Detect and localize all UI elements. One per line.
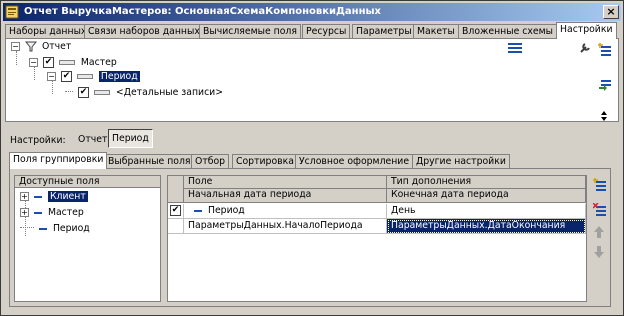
field-item-master[interactable]: + Мастер <box>20 207 84 220</box>
close-button[interactable]: × <box>603 5 619 19</box>
list-icon[interactable] <box>508 42 522 54</box>
report-app-icon <box>5 5 19 19</box>
field-item-label: Мастер <box>47 207 84 218</box>
tree-node-report[interactable]: − Отчет <box>11 41 71 54</box>
collapse-toggle-icon[interactable]: − <box>29 58 38 67</box>
field-icon <box>33 195 42 198</box>
cell-text: Период <box>207 205 245 216</box>
table-row-type-cell[interactable]: День <box>387 204 586 219</box>
move-down-icon[interactable] <box>593 245 605 259</box>
top-tab-strip: Наборы данных Связи наборов данных Вычис… <box>5 22 619 39</box>
tree-node-label: Период <box>98 71 140 82</box>
structure-tree: − Отчет − ✔ Мастер − ✔ Период ✔ <Детальн… <box>5 38 619 122</box>
grouping-fields-panel: Доступные поля + Клиент + Мастер Период … <box>9 168 611 307</box>
tab-grouping-fields[interactable]: Поля группировки <box>9 152 108 169</box>
add-field-icon[interactable] <box>593 178 607 192</box>
field-item-label: Период <box>52 223 90 234</box>
grouping-icon <box>58 60 75 65</box>
move-group-icon[interactable] <box>598 77 612 91</box>
grouping-icon <box>93 90 110 95</box>
add-group-icon[interactable] <box>598 43 612 57</box>
tab-nested-schemas[interactable]: Вложенные схемы <box>458 24 557 38</box>
tab-selected-fields[interactable]: Выбранные поля <box>104 154 195 168</box>
move-up-icon[interactable] <box>593 225 605 239</box>
grouping-fields-grid: Поле Тип дополнения Начальная дата перио… <box>167 175 587 302</box>
lower-tab-strip: Поля группировки Выбранные поля Отбор Со… <box>9 152 609 169</box>
tree-node-master[interactable]: − ✔ Мастер <box>29 57 117 70</box>
checkbox[interactable]: ✔ <box>42 57 54 68</box>
delete-field-icon[interactable] <box>593 203 607 217</box>
table-row-start-date-cell[interactable]: ПараметрыДанных.НачалоПериода <box>184 219 387 234</box>
tab-filter[interactable]: Отбор <box>191 154 230 168</box>
grouping-icon <box>76 74 93 79</box>
field-item-client[interactable]: + Клиент <box>20 191 88 204</box>
checkbox[interactable]: ✔ <box>60 71 72 82</box>
tab-templates[interactable]: Макеты <box>413 24 459 38</box>
title-bar: Отчет ВыручкаМастеров: ОсновнаяСхемаКомп… <box>3 3 621 21</box>
tab-data-sets[interactable]: Наборы данных <box>5 24 91 38</box>
table-row-checkbox-cell[interactable]: ✔ <box>168 204 184 219</box>
settings-report-button[interactable]: Отчет <box>75 133 110 146</box>
report-node-icon <box>24 41 38 52</box>
available-fields-tree: Доступные поля + Клиент + Мастер Период <box>14 175 161 302</box>
tab-resources[interactable]: Ресурсы <box>302 24 351 38</box>
grid-header-field[interactable]: Поле <box>184 176 387 189</box>
tab-conditional-formatting[interactable]: Условное оформление <box>295 154 414 168</box>
table-row-checkbox-cell <box>168 219 184 234</box>
table-row-end-date-cell[interactable]: ПараметрыДанных.ДатаОкончания <box>387 219 586 234</box>
available-fields-header: Доступные поля <box>15 176 160 188</box>
checkbox[interactable]: ✔ <box>77 87 89 98</box>
tree-connector <box>20 227 34 228</box>
settings-period-button[interactable]: Период <box>108 129 153 148</box>
table-row-field-cell[interactable]: Период <box>184 204 387 219</box>
grid-header-type[interactable]: Тип дополнения <box>387 176 586 189</box>
tree-node-label: <Детальные записи> <box>115 87 224 98</box>
grid-corner-header <box>168 176 184 203</box>
tab-other-settings[interactable]: Другие настройки <box>412 154 510 168</box>
tree-connector <box>65 91 73 92</box>
tree-node-label: Отчет <box>41 41 72 52</box>
field-item-label: Клиент <box>47 191 88 202</box>
tab-calculated-fields[interactable]: Вычисляемые поля <box>199 24 301 38</box>
settings-label: Настройки: <box>10 135 66 146</box>
collapse-toggle-icon[interactable]: − <box>11 42 20 51</box>
tab-parameters[interactable]: Параметры <box>352 24 416 38</box>
field-icon <box>194 209 202 212</box>
field-item-period[interactable]: Период <box>20 223 90 236</box>
expand-toggle-icon[interactable]: + <box>20 192 29 201</box>
up-down-arrows-icon[interactable] <box>598 109 612 123</box>
tab-settings[interactable]: Настройки <box>556 22 617 39</box>
field-icon <box>33 211 42 214</box>
window-title: Отчет ВыручкаМастеров: ОсновнаяСхемаКомп… <box>24 6 381 17</box>
tree-node-label: Мастер <box>80 57 117 68</box>
grid-header-end-date[interactable]: Конечная дата периода <box>387 189 586 203</box>
field-icon <box>38 227 47 230</box>
window: Отчет ВыручкаМастеров: ОсновнаяСхемаКомп… <box>0 0 624 316</box>
tree-node-period[interactable]: − ✔ Период <box>47 71 140 84</box>
grid-header-start-date[interactable]: Начальная дата периода <box>184 189 387 203</box>
wrench-icon[interactable] <box>579 42 591 54</box>
tab-sorting[interactable]: Сортировка <box>232 154 298 168</box>
checkbox[interactable]: ✔ <box>170 205 181 216</box>
collapse-toggle-icon[interactable]: − <box>47 72 56 81</box>
tab-data-set-links[interactable]: Связи наборов данных <box>84 24 204 38</box>
expand-toggle-icon[interactable]: + <box>20 208 29 217</box>
tree-node-details[interactable]: ✔ <Детальные записи> <box>65 87 223 100</box>
